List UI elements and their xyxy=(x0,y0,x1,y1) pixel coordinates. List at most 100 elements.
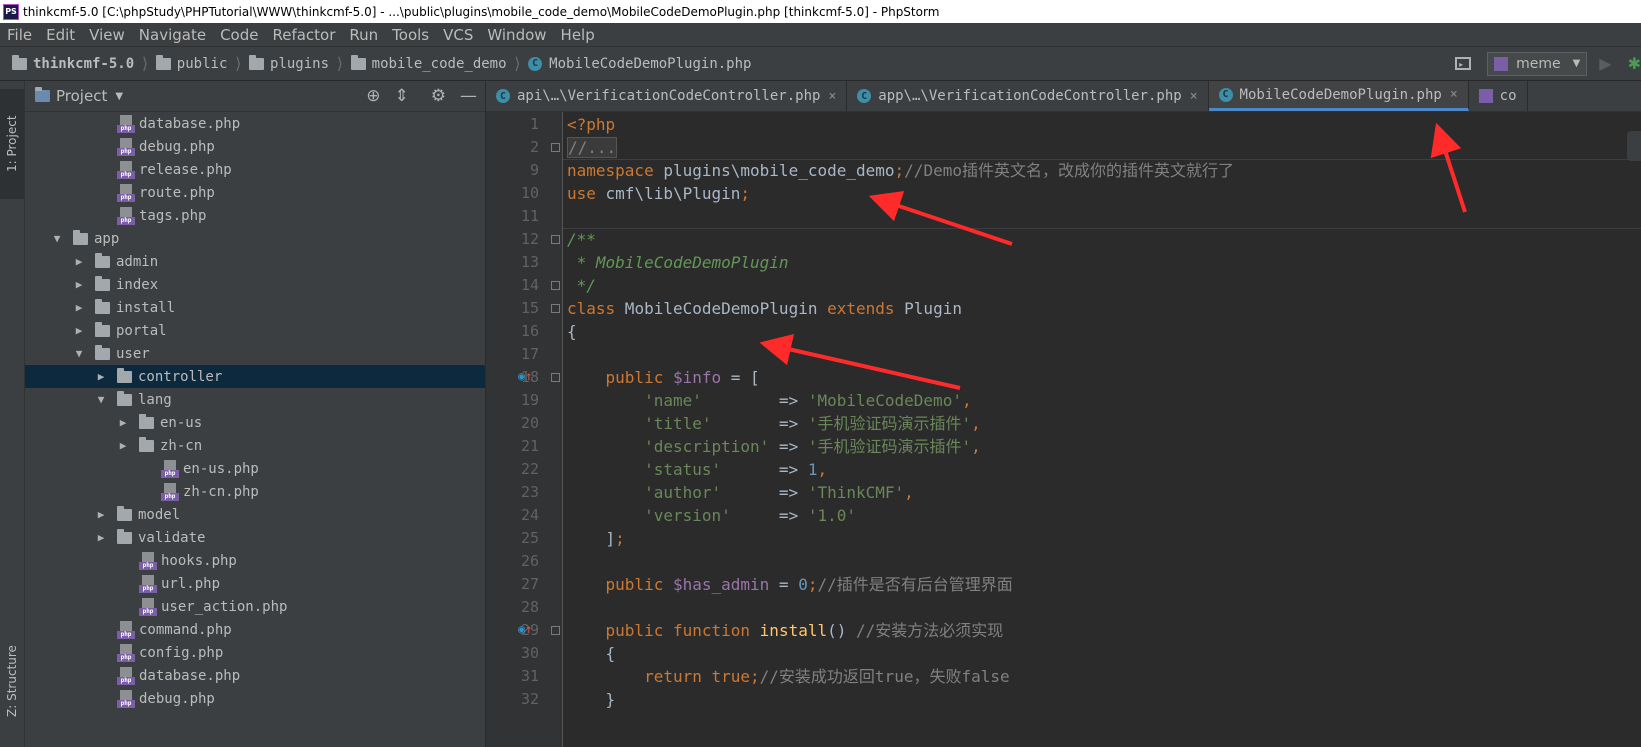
editor-tab[interactable]: C MobileCodeDemoPlugin.php × xyxy=(1208,81,1469,111)
code-line[interactable]: { xyxy=(567,642,616,665)
run-configuration-select[interactable]: meme ▼ xyxy=(1487,51,1588,76)
gear-icon[interactable]: ⚙ xyxy=(431,86,446,106)
tree-item-controller[interactable]: ▶ controller xyxy=(25,365,485,388)
collapsed-arrow-icon[interactable]: ▶ xyxy=(73,255,85,268)
structure-tool-tab[interactable]: Z: Structure xyxy=(0,621,24,741)
collapse-all-icon[interactable]: ⇕ xyxy=(395,86,409,106)
tree-item-release-php[interactable]: php release.php xyxy=(25,158,485,181)
menu-vcs[interactable]: VCS xyxy=(436,26,480,44)
menu-window[interactable]: Window xyxy=(480,26,553,44)
tree-item-admin[interactable]: ▶ admin xyxy=(25,250,485,273)
code-line[interactable]: 'description' => '手机验证码演示插件', xyxy=(567,435,981,458)
editor-tab[interactable]: Capp\…\VerificationCodeController.php × xyxy=(847,81,1209,111)
collapsed-arrow-icon[interactable]: ▶ xyxy=(73,301,85,314)
tree-item-portal[interactable]: ▶ portal xyxy=(25,319,485,342)
tree-item-zh-cn-php[interactable]: php zh-cn.php xyxy=(25,480,485,503)
fold-marker-icon[interactable] xyxy=(551,281,560,290)
project-tool-tab[interactable]: 1: Project xyxy=(0,89,24,199)
code-line[interactable]: } xyxy=(567,688,616,711)
breadcrumb-plugins[interactable]: plugins xyxy=(270,56,329,72)
tree-item-config-php[interactable]: php config.php xyxy=(25,641,485,664)
collapsed-arrow-icon[interactable]: ▶ xyxy=(73,278,85,291)
implements-marker-icon[interactable]: ◉↑ xyxy=(518,369,532,383)
tree-item-lang[interactable]: ▼ lang xyxy=(25,388,485,411)
code-line[interactable]: return true;//安装成功返回true，失败false xyxy=(567,665,1010,688)
code-line[interactable]: <?php xyxy=(567,113,615,136)
tree-item-route-php[interactable]: php route.php xyxy=(25,181,485,204)
collapsed-arrow-icon[interactable]: ▶ xyxy=(95,370,107,383)
tree-item-en-us-php[interactable]: php en-us.php xyxy=(25,457,485,480)
locate-icon[interactable]: ⊕ xyxy=(366,86,380,106)
menu-view[interactable]: View xyxy=(82,26,132,44)
tree-item-command-php[interactable]: php command.php xyxy=(25,618,485,641)
tree-item-user[interactable]: ▼ user xyxy=(25,342,485,365)
code-line[interactable]: 'version' => '1.0' xyxy=(567,504,856,527)
collapsed-arrow-icon[interactable]: ▶ xyxy=(95,508,107,521)
tree-item-validate[interactable]: ▶ validate xyxy=(25,526,485,549)
code-line[interactable]: 'status' => 1, xyxy=(567,458,827,481)
tree-item-app[interactable]: ▼ app xyxy=(25,227,485,250)
editor-tab[interactable]: Capi\…\VerificationCodeController.php × xyxy=(486,81,848,111)
code-line[interactable]: public $info = [ xyxy=(567,366,760,389)
project-view-select[interactable]: Project ▼ xyxy=(35,87,123,105)
tree-item-url-php[interactable]: php url.php xyxy=(25,572,485,595)
fold-marker-icon[interactable] xyxy=(551,304,560,313)
breadcrumb-file[interactable]: MobileCodeDemoPlugin.php xyxy=(549,56,751,72)
code-line[interactable]: class MobileCodeDemoPlugin extends Plugi… xyxy=(567,297,962,320)
code-line[interactable]: * MobileCodeDemoPlugin xyxy=(567,251,789,274)
run-icon[interactable]: ▶ xyxy=(1599,54,1611,73)
code-line[interactable]: 'author' => 'ThinkCMF', xyxy=(567,481,914,504)
tree-item-install[interactable]: ▶ install xyxy=(25,296,485,319)
code-line[interactable]: 'name' => 'MobileCodeDemo', xyxy=(567,389,972,412)
tree-item-model[interactable]: ▶ model xyxy=(25,503,485,526)
collapsed-arrow-icon[interactable]: ▶ xyxy=(117,439,129,452)
close-tab-icon[interactable]: × xyxy=(828,89,836,104)
menu-tools[interactable]: Tools xyxy=(385,26,436,44)
tree-item-user-action-php[interactable]: php user_action.php xyxy=(25,595,485,618)
expanded-arrow-icon[interactable]: ▼ xyxy=(73,347,85,360)
menu-run[interactable]: Run xyxy=(342,26,385,44)
tree-item-database-php[interactable]: php database.php xyxy=(25,664,485,687)
chrome-icon[interactable] xyxy=(1627,131,1641,161)
tree-item-index[interactable]: ▶ index xyxy=(25,273,485,296)
implements-marker-icon[interactable]: ◉↑ xyxy=(518,622,532,636)
tree-item-debug-php[interactable]: php debug.php xyxy=(25,687,485,710)
collapsed-arrow-icon[interactable]: ▶ xyxy=(95,531,107,544)
terminal-icon[interactable]: ▸ xyxy=(1455,57,1472,70)
tree-item-debug-php[interactable]: php debug.php xyxy=(25,135,485,158)
menu-file[interactable]: File xyxy=(0,26,39,44)
code-line[interactable]: use cmf\lib\Plugin; xyxy=(567,182,750,205)
breadcrumb-mobile-code-demo[interactable]: mobile_code_demo xyxy=(372,56,507,72)
code-line[interactable]: { xyxy=(567,320,577,343)
code-line[interactable]: public function install() //安装方法必须实现 xyxy=(567,619,1004,642)
fold-marker-icon[interactable] xyxy=(551,626,560,635)
menu-refactor[interactable]: Refactor xyxy=(265,26,342,44)
code-line[interactable]: public $has_admin = 0;//插件是否有后台管理界面 xyxy=(567,573,1013,596)
code-line[interactable]: /** xyxy=(567,228,596,251)
fold-marker-icon[interactable] xyxy=(551,373,560,382)
collapsed-arrow-icon[interactable]: ▶ xyxy=(73,324,85,337)
tree-item-en-us[interactable]: ▶ en-us xyxy=(25,411,485,434)
code-line[interactable]: ]; xyxy=(567,527,625,550)
expanded-arrow-icon[interactable]: ▼ xyxy=(95,393,107,406)
close-tab-icon[interactable]: × xyxy=(1190,89,1198,104)
hide-icon[interactable]: — xyxy=(460,86,477,106)
menu-help[interactable]: Help xyxy=(554,26,602,44)
tree-item-hooks-php[interactable]: php hooks.php xyxy=(25,549,485,572)
breadcrumb-public[interactable]: public xyxy=(177,56,228,72)
code-line[interactable]: 'title' => '手机验证码演示插件', xyxy=(567,412,981,435)
tree-item-zh-cn[interactable]: ▶ zh-cn xyxy=(25,434,485,457)
breadcrumb-root[interactable]: thinkcmf-5.0 xyxy=(33,56,134,72)
menu-edit[interactable]: Edit xyxy=(39,26,82,44)
tree-item-database-php[interactable]: php database.php xyxy=(25,112,485,135)
fold-marker-icon[interactable] xyxy=(551,235,560,244)
menu-code[interactable]: Code xyxy=(213,26,265,44)
code-line[interactable]: */ xyxy=(567,274,596,297)
tree-item-tags-php[interactable]: php tags.php xyxy=(25,204,485,227)
editor-tab[interactable]: co xyxy=(1469,81,1528,111)
code-line[interactable]: namespace plugins\mobile_code_demo;//Dem… xyxy=(567,159,1234,182)
debug-icon[interactable]: ✱ xyxy=(1628,54,1641,73)
expanded-arrow-icon[interactable]: ▼ xyxy=(51,232,63,245)
menu-navigate[interactable]: Navigate xyxy=(132,26,213,44)
close-tab-icon[interactable]: × xyxy=(1450,87,1458,102)
